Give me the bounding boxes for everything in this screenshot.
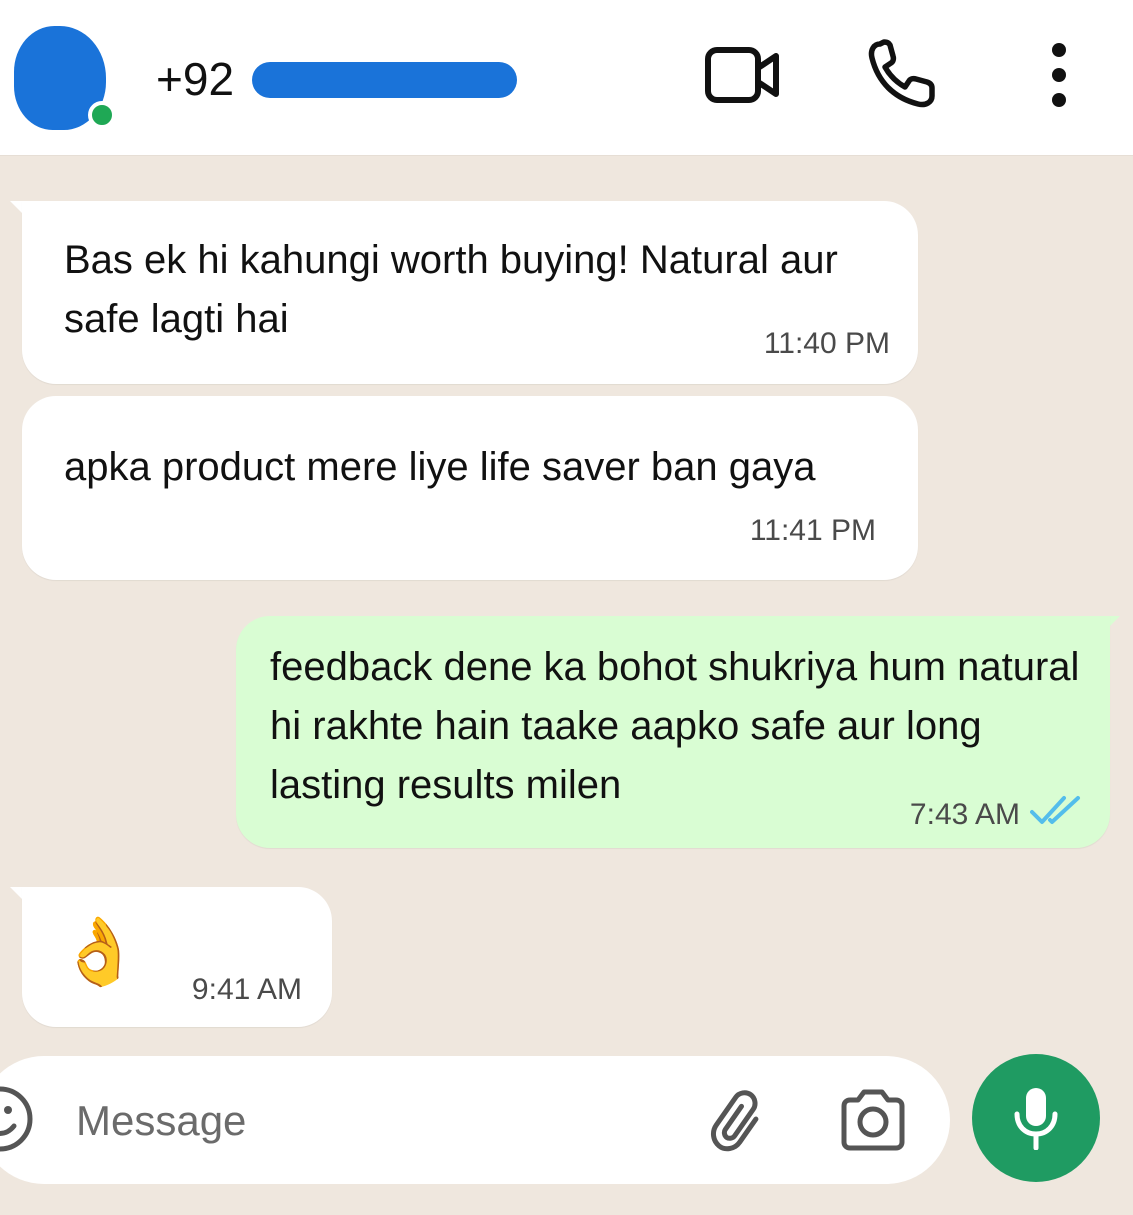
- message-time: 9:41 AM: [191, 973, 302, 1006]
- read-ticks-icon: [1030, 796, 1080, 824]
- camera-icon[interactable]: [838, 1088, 908, 1152]
- more-options-icon[interactable]: [1044, 42, 1074, 108]
- attachment-icon[interactable]: [706, 1088, 772, 1154]
- outgoing-message[interactable]: feedback dene ka bohot shukriya hum natu…: [236, 616, 1110, 848]
- message-text: apka product mere liye life saver ban ga…: [64, 445, 816, 489]
- incoming-message[interactable]: Bas ek hi kahungi worth buying! Natural …: [22, 201, 918, 384]
- message-text: Bas ek hi kahungi worth buying! Natural …: [64, 238, 838, 341]
- online-status-dot: [88, 101, 116, 129]
- emoji-icon[interactable]: [0, 1086, 38, 1152]
- chat-screen: +92 Bas ek hi kahungi worth buying! Natu…: [0, 0, 1133, 1215]
- incoming-message[interactable]: 👌 9:41 AM: [22, 887, 332, 1027]
- video-call-icon[interactable]: [702, 42, 782, 108]
- redacted-number: [252, 62, 517, 98]
- microphone-button[interactable]: [972, 1054, 1100, 1182]
- incoming-message[interactable]: apka product mere liye life saver ban ga…: [22, 396, 918, 580]
- ok-hand-emoji: 👌: [58, 914, 141, 988]
- message-time: 11:41 PM: [749, 514, 876, 547]
- message-text: feedback dene ka bohot shukriya hum natu…: [270, 645, 1080, 807]
- contact-name[interactable]: +92: [156, 52, 234, 106]
- microphone-icon: [1014, 1088, 1058, 1150]
- message-time: 7:43 AM: [909, 798, 1020, 831]
- voice-call-icon[interactable]: [866, 38, 938, 110]
- message-time: 11:40 PM: [763, 327, 890, 360]
- chat-header: +92: [0, 0, 1133, 156]
- message-input[interactable]: [76, 1094, 676, 1148]
